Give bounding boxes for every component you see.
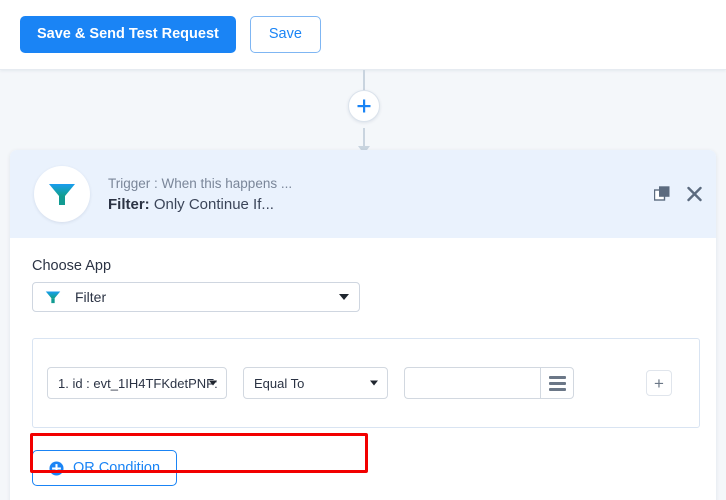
add-step-button[interactable]: [348, 90, 380, 122]
condition-value-input[interactable]: [404, 367, 540, 399]
funnel-icon: [45, 291, 61, 304]
condition-operator-value: Equal To: [254, 375, 305, 391]
card-header: Trigger : When this happens ... Filter: …: [10, 150, 716, 238]
plus-icon: +: [654, 373, 664, 393]
condition-row: 1. id : evt_1IH4TFKdetPNF: Equal To +: [47, 367, 685, 399]
conditions-container: 1. id : evt_1IH4TFKdetPNF: Equal To +: [32, 338, 700, 428]
close-icon: [687, 186, 702, 202]
flow-connector: [0, 70, 726, 181]
card-header-actions: [654, 186, 702, 203]
condition-operator-select[interactable]: Equal To: [243, 367, 388, 399]
plus-icon: [357, 99, 371, 113]
condition-field-value: 1. id : evt_1IH4TFKdetPNF:: [58, 375, 218, 391]
plus-circle-icon: [49, 460, 64, 476]
filter-title-prefix: Filter:: [108, 195, 150, 213]
filter-title-text: Only Continue If...: [149, 195, 274, 213]
chevron-down-icon: [370, 380, 378, 386]
list-menu-icon-bar: [548, 387, 566, 391]
choose-app-select[interactable]: Filter: [32, 282, 360, 312]
top-toolbar: Save & Send Test Request Save: [0, 0, 726, 70]
funnel-icon: [49, 184, 75, 205]
copy-icon: [654, 186, 670, 201]
condition-value-group: [404, 367, 574, 399]
condition-field-select[interactable]: 1. id : evt_1IH4TFKdetPNF:: [47, 367, 227, 399]
card-header-text: Trigger : When this happens ... Filter: …: [108, 176, 292, 213]
choose-app-label: Choose App: [32, 258, 112, 274]
chevron-down-icon: [209, 380, 217, 386]
trigger-subtitle: Trigger : When this happens ...: [108, 175, 293, 191]
list-menu-icon-bar: [548, 381, 566, 385]
add-condition-button[interactable]: +: [646, 370, 672, 396]
connector-line-bottom: [363, 128, 365, 148]
condition-value-menu-button[interactable]: [540, 367, 574, 399]
filter-step-card: Trigger : When this happens ... Filter: …: [10, 150, 716, 500]
duplicate-step-button[interactable]: [654, 186, 671, 203]
or-condition-button[interactable]: OR Condition: [32, 450, 178, 486]
save-button[interactable]: Save: [249, 16, 321, 53]
save-and-send-test-request-button[interactable]: Save & Send Test Request: [20, 16, 236, 53]
or-condition-label: OR Condition: [73, 460, 161, 476]
connector-line-top: [363, 70, 365, 92]
app-root: Save & Send Test Request Save Trigger: …: [0, 0, 726, 500]
filter-title: Filter: Only Continue If...: [108, 196, 292, 213]
close-step-button[interactable]: [687, 186, 702, 202]
chevron-down-icon: [339, 294, 349, 300]
card-body: Choose App Filter 1. id: evt_1IH4TFKdet…: [10, 238, 716, 486]
choose-app-selected-value: Filter: [75, 289, 107, 305]
avatar: [34, 166, 90, 222]
list-menu-icon-bar: [548, 375, 566, 379]
